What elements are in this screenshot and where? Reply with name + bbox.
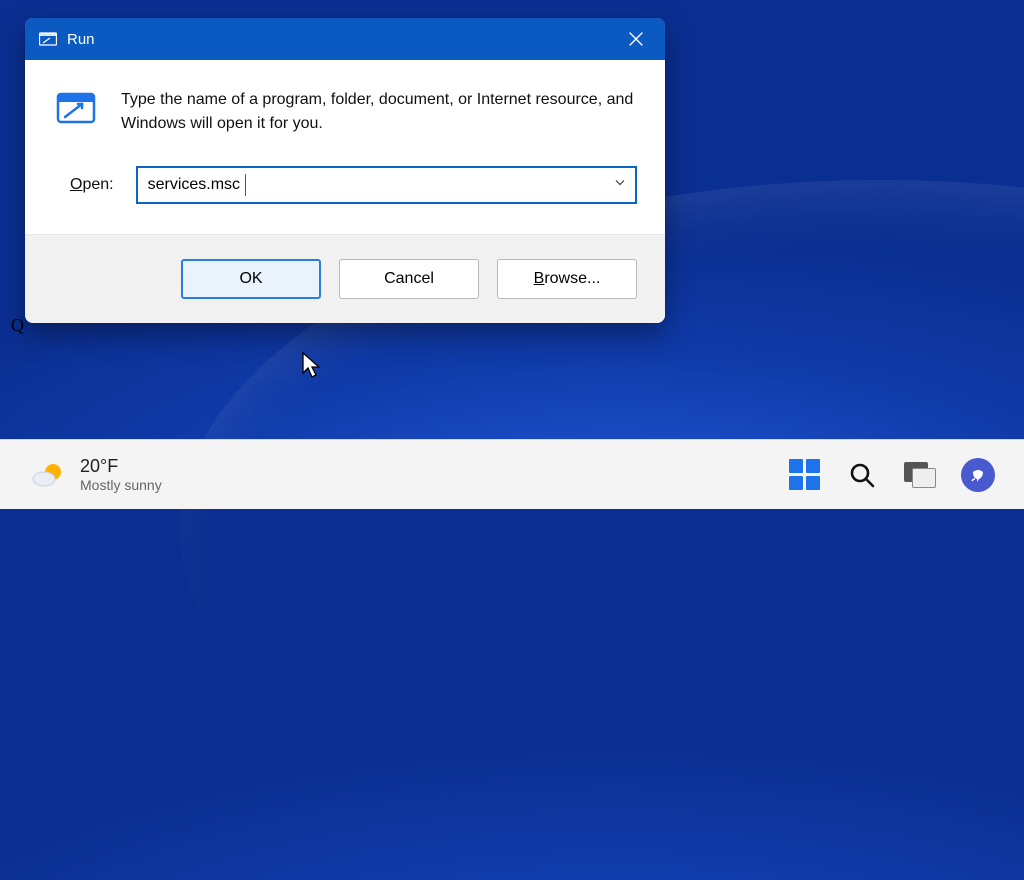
ok-button-label: OK bbox=[239, 270, 262, 288]
weather-icon bbox=[30, 457, 66, 493]
cancel-button[interactable]: Cancel bbox=[339, 259, 479, 299]
titlebar[interactable]: Run bbox=[25, 18, 665, 60]
weather-widget[interactable]: 20°F Mostly sunny bbox=[30, 455, 162, 495]
dialog-body: Type the name of a program, folder, docu… bbox=[25, 60, 665, 166]
weather-condition: Mostly sunny bbox=[80, 477, 162, 495]
search-button[interactable] bbox=[836, 449, 888, 501]
dialog-title: Run bbox=[67, 31, 95, 48]
chat-icon bbox=[961, 458, 995, 492]
weather-temp: 20°F bbox=[80, 455, 162, 478]
run-icon bbox=[53, 88, 99, 136]
stray-letter: Q bbox=[11, 315, 24, 336]
windows-logo-icon bbox=[789, 459, 820, 490]
task-view-icon bbox=[904, 462, 936, 488]
ok-button[interactable]: OK bbox=[181, 259, 321, 299]
run-dialog: Run Type the name of a program, folder, … bbox=[25, 18, 665, 323]
task-view-button[interactable] bbox=[894, 449, 946, 501]
dialog-description: Type the name of a program, folder, docu… bbox=[121, 88, 637, 136]
mouse-cursor-icon bbox=[302, 352, 324, 380]
cancel-button-label: Cancel bbox=[384, 270, 434, 288]
taskbar: 20°F Mostly sunny bbox=[0, 439, 1024, 509]
close-button[interactable] bbox=[613, 18, 659, 60]
start-button[interactable] bbox=[778, 449, 830, 501]
dialog-button-row: OK Cancel Browse... bbox=[25, 234, 665, 323]
close-icon bbox=[629, 32, 643, 46]
open-input[interactable] bbox=[136, 166, 637, 204]
search-icon bbox=[848, 461, 876, 489]
open-label: Open: bbox=[70, 176, 114, 194]
chat-button[interactable] bbox=[952, 449, 1004, 501]
browse-button[interactable]: Browse... bbox=[497, 259, 637, 299]
browse-button-label: Browse... bbox=[534, 270, 601, 288]
run-title-icon bbox=[39, 32, 57, 46]
open-combobox[interactable] bbox=[136, 166, 637, 204]
